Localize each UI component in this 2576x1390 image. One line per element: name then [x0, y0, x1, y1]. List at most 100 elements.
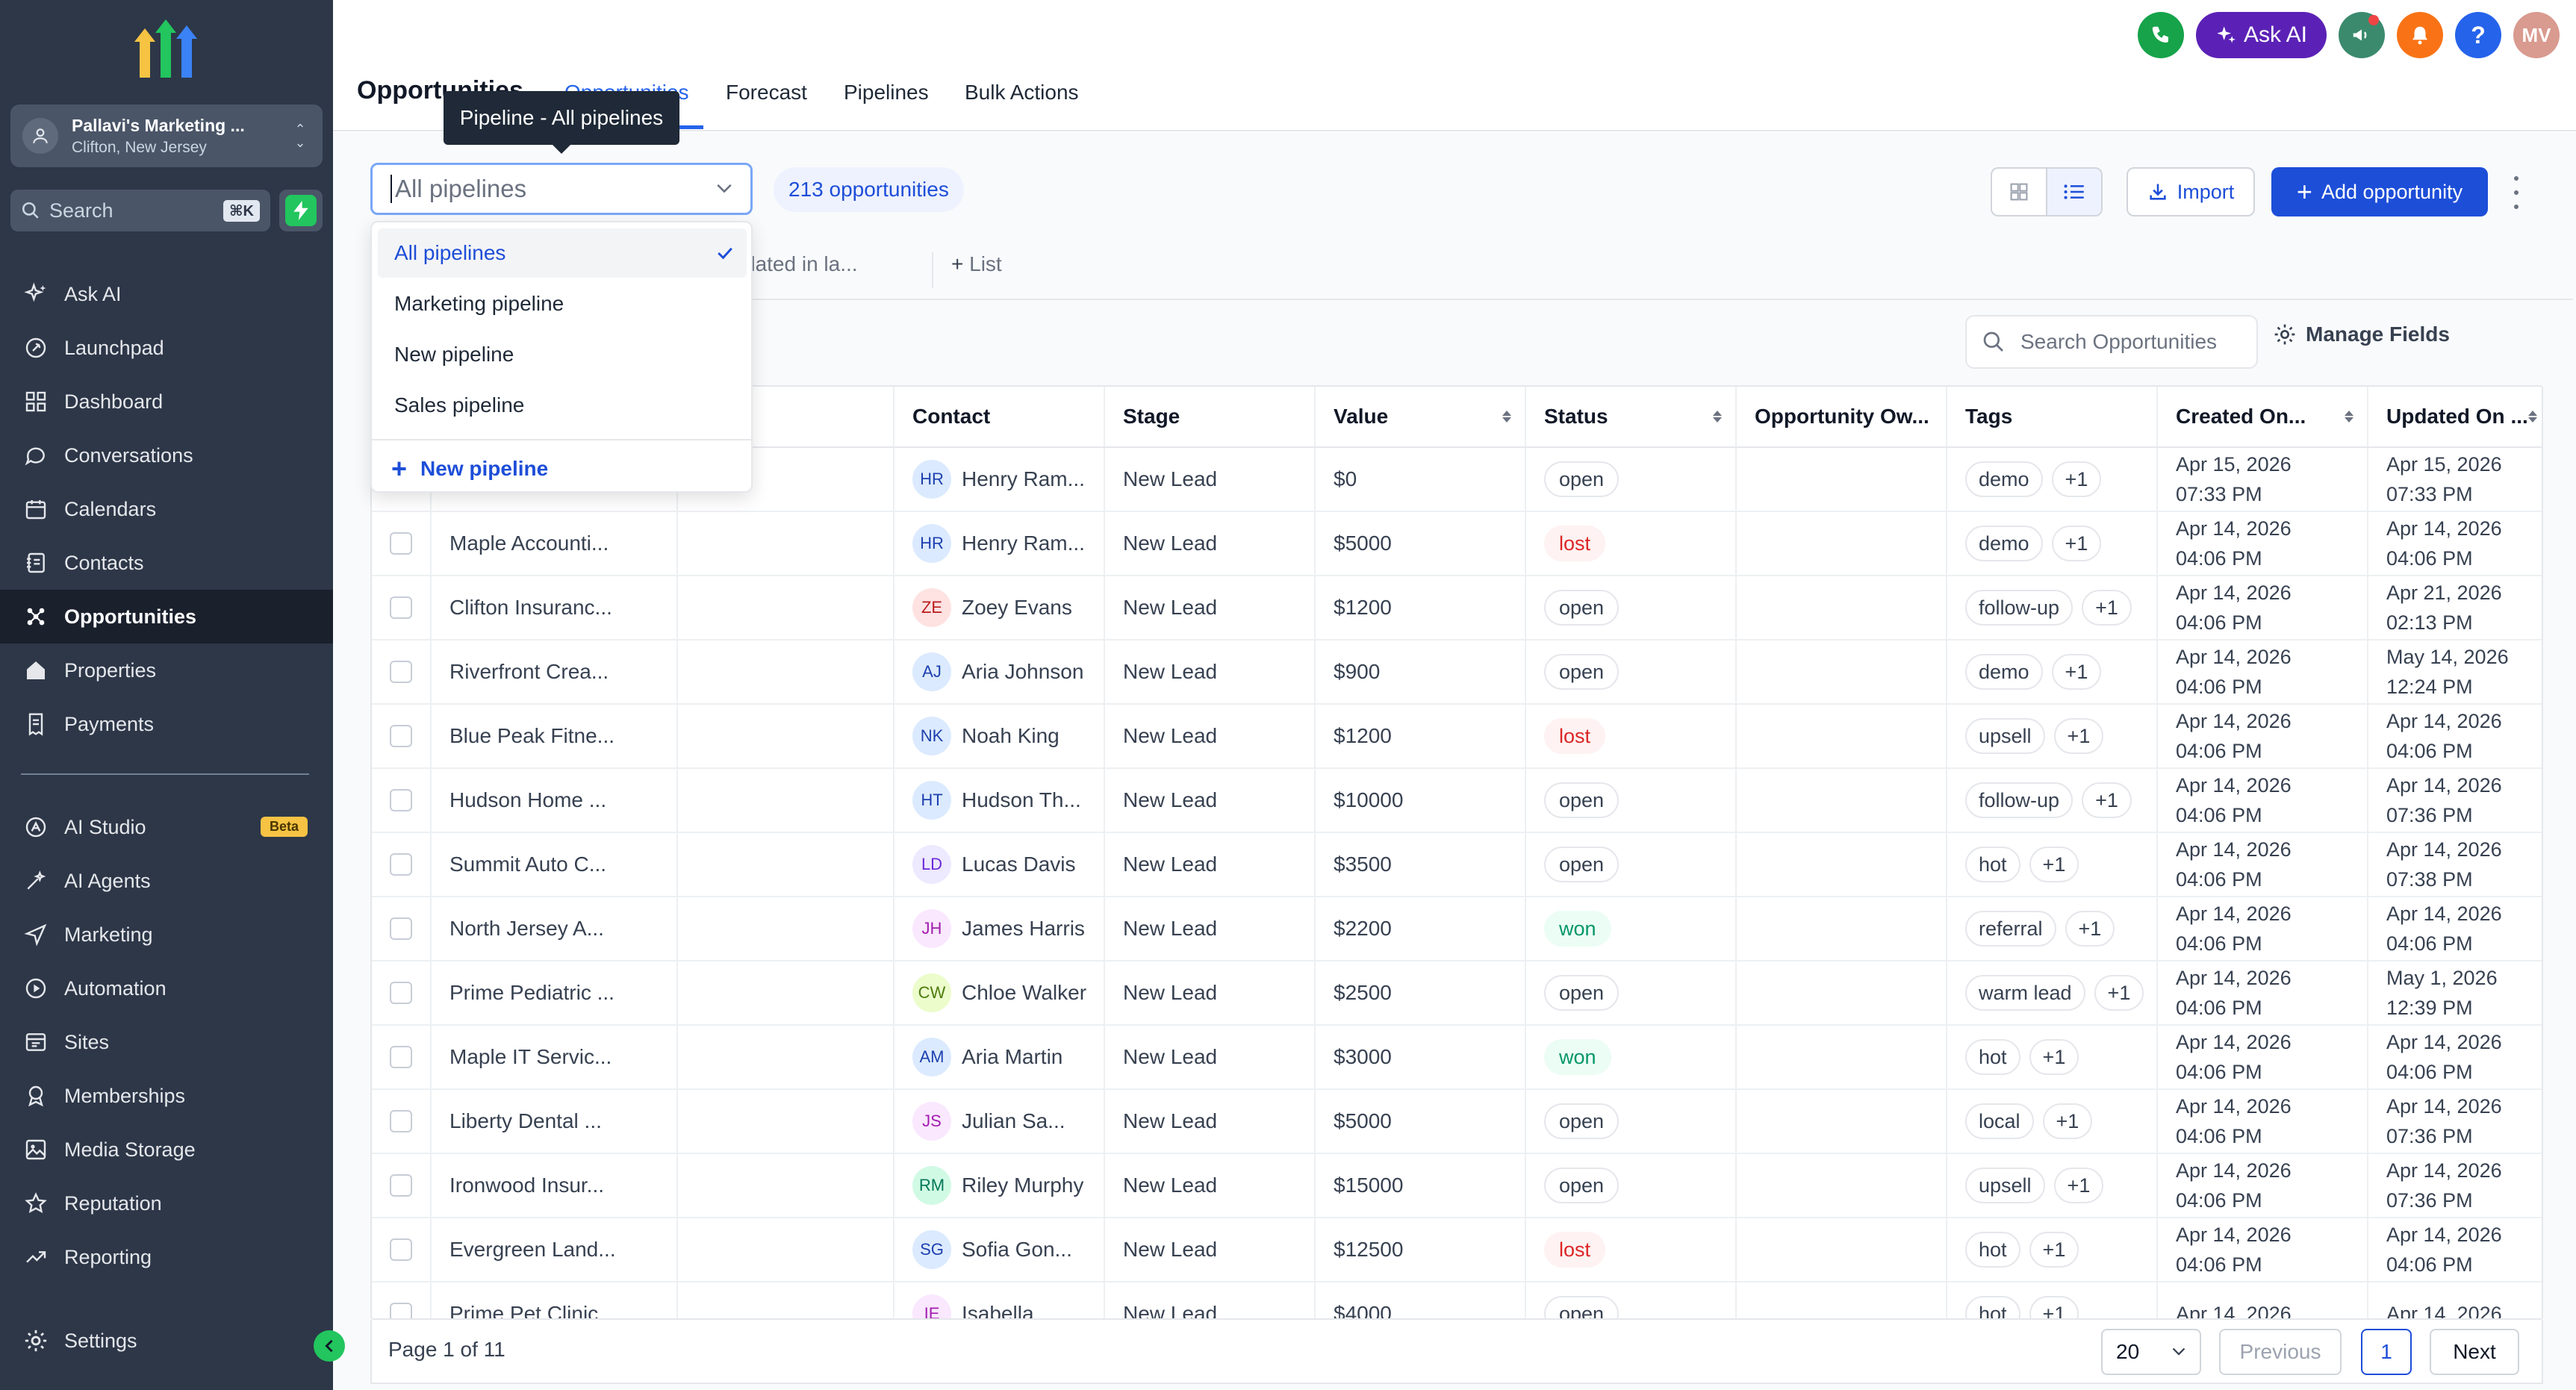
new-pipeline-button[interactable]: + New pipeline — [391, 446, 548, 491]
contact-cell[interactable]: HT Hudson Th... — [895, 769, 1105, 832]
opportunity-name[interactable]: Prime Pediatric ... — [432, 962, 678, 1024]
sidebar-item-memberships[interactable]: Memberships — [0, 1069, 333, 1123]
more-tags-badge[interactable]: +1 — [2051, 526, 2102, 561]
opportunity-name[interactable]: Prime Pet Clinic... — [432, 1283, 678, 1318]
ask-ai-button[interactable]: Ask AI — [2195, 12, 2327, 58]
opportunity-name[interactable]: Liberty Dental ... — [432, 1090, 678, 1153]
contact-cell[interactable]: JS Julian Sa... — [895, 1090, 1105, 1153]
column-header[interactable]: Created On... — [2158, 387, 2368, 446]
manage-fields-button[interactable]: Manage Fields — [2273, 322, 2450, 346]
table-row[interactable]: Summit Auto C... LD Lucas Davis New Lead $35… — [372, 833, 2542, 897]
opportunity-name[interactable]: Maple IT Servic... — [432, 1026, 678, 1088]
sidebar-item-reporting[interactable]: Reporting — [0, 1230, 333, 1284]
more-tags-badge[interactable]: +1 — [2065, 911, 2115, 947]
more-tags-badge[interactable]: +1 — [2053, 718, 2104, 754]
tab-pipelines[interactable]: Pipelines — [844, 81, 929, 105]
more-tags-badge[interactable]: +1 — [2082, 782, 2132, 818]
table-row[interactable]: Liberty Dental ... JS Julian Sa... New Lead… — [372, 1090, 2542, 1154]
sidebar-item-dashboard[interactable]: Dashboard — [0, 375, 333, 428]
row-checkbox[interactable] — [390, 725, 412, 747]
table-row[interactable]: Riverfront Crea... AJ Aria Johnson New Lead… — [372, 641, 2542, 705]
contact-cell[interactable]: JH James Harris — [895, 897, 1105, 960]
table-row[interactable]: Maple Accounti... HR Henry Ram... New Lead $… — [372, 512, 2542, 576]
more-tags-badge[interactable]: +1 — [2051, 461, 2102, 497]
contact-cell[interactable]: AJ Aria Johnson — [895, 641, 1105, 703]
sidebar-item-conversations[interactable]: Conversations — [0, 428, 333, 482]
table-row[interactable]: Maple IT Servic... AM Aria Martin New Lead $… — [372, 1026, 2542, 1090]
column-header[interactable]: Opportunity Ow... — [1737, 387, 1947, 446]
row-checkbox[interactable] — [390, 1303, 412, 1318]
list-view-button[interactable] — [2046, 169, 2101, 215]
contact-cell[interactable]: RM Riley Murphy — [895, 1154, 1105, 1217]
sidebar-item-automation[interactable]: Automation — [0, 962, 333, 1015]
more-tags-badge[interactable]: +1 — [2053, 1168, 2104, 1203]
more-tags-badge[interactable]: +1 — [2029, 847, 2079, 882]
row-checkbox[interactable] — [390, 532, 412, 555]
row-checkbox[interactable] — [390, 1110, 412, 1132]
sort-icon[interactable] — [2345, 411, 2353, 423]
contact-cell[interactable]: ZE Zoey Evans — [895, 576, 1105, 639]
pipeline-option-new[interactable]: New pipeline — [378, 330, 747, 379]
opportunity-name[interactable]: Evergreen Land... — [432, 1218, 678, 1281]
table-row[interactable]: Blue Peak Fitne... NK Noah King New Lead $12… — [372, 705, 2542, 769]
column-header[interactable]: Stage — [1105, 387, 1316, 446]
more-tags-badge[interactable]: +1 — [2094, 975, 2144, 1011]
sort-icon[interactable] — [1502, 411, 1511, 423]
list-tab-updated-recently[interactable]: dated in la... — [744, 252, 858, 276]
account-switcher[interactable]: Pallavi's Marketing ... Clifton, New Jer… — [10, 105, 323, 167]
opportunity-name[interactable]: North Jersey A... — [432, 897, 678, 960]
more-tags-badge[interactable]: +1 — [2029, 1232, 2079, 1268]
more-tags-badge[interactable]: +1 — [2029, 1039, 2079, 1075]
more-tags-badge[interactable]: +1 — [2042, 1103, 2093, 1139]
add-list-button[interactable]: + List — [951, 252, 1002, 276]
next-page-button[interactable]: Next — [2430, 1329, 2519, 1375]
sidebar-item-sites[interactable]: Sites — [0, 1015, 333, 1069]
row-checkbox[interactable] — [390, 853, 412, 876]
search-opportunities-input[interactable]: Search Opportunities — [1965, 315, 2258, 369]
sidebar-item-ai-studio[interactable]: AI Studio Beta — [0, 800, 333, 854]
contact-cell[interactable]: LD Lucas Davis — [895, 833, 1105, 896]
column-header[interactable]: Status — [1526, 387, 1737, 446]
column-header[interactable]: Contact — [895, 387, 1105, 446]
table-row[interactable]: Hudson Home ... HT Hudson Th... New Lead $10… — [372, 769, 2542, 833]
quick-actions-button[interactable] — [279, 190, 323, 231]
help-button[interactable]: ? — [2455, 12, 2501, 58]
row-checkbox[interactable] — [390, 917, 412, 940]
opportunity-name[interactable]: Summit Auto C... — [432, 833, 678, 896]
sidebar-item-reputation[interactable]: Reputation — [0, 1176, 333, 1230]
sidebar-search[interactable]: Search ⌘K — [10, 190, 270, 231]
sidebar-item-properties[interactable]: Properties — [0, 643, 333, 697]
contact-cell[interactable]: HR Henry Ram... — [895, 512, 1105, 575]
row-checkbox[interactable] — [390, 1174, 412, 1197]
opportunity-name[interactable]: Hudson Home ... — [432, 769, 678, 832]
table-row[interactable]: Evergreen Land... SG Sofia Gon... New Lead $… — [372, 1218, 2542, 1283]
sidebar-item-opportunities[interactable]: Opportunities — [0, 590, 333, 643]
sidebar-item-launchpad[interactable]: Launchpad — [0, 321, 333, 375]
sort-icon[interactable] — [2527, 411, 2537, 423]
board-view-button[interactable] — [1992, 169, 2046, 215]
more-tags-badge[interactable]: +1 — [2051, 654, 2102, 690]
opportunity-name[interactable]: Riverfront Crea... — [432, 641, 678, 703]
sidebar-item-calendars[interactable]: Calendars — [0, 482, 333, 536]
table-row[interactable]: Ironwood Insur... RM Riley Murphy New Lead $… — [372, 1154, 2542, 1218]
pipeline-option-marketing[interactable]: Marketing pipeline — [378, 279, 747, 328]
row-checkbox[interactable] — [390, 1046, 412, 1068]
sidebar-item-payments[interactable]: Payments — [0, 697, 333, 751]
row-checkbox[interactable] — [390, 596, 412, 619]
contact-cell[interactable]: NK Noah King — [895, 705, 1105, 767]
sidebar-item-marketing[interactable]: Marketing — [0, 908, 333, 962]
row-checkbox[interactable] — [390, 982, 412, 1004]
table-row[interactable]: Prime Pet Clinic... IE Isabella... New Lead… — [372, 1283, 2542, 1318]
contact-cell[interactable]: HR Henry Ram... — [895, 448, 1105, 511]
table-row[interactable]: North Jersey A... JH James Harris New Lead $… — [372, 897, 2542, 962]
per-page-select[interactable]: 20 — [2101, 1329, 2201, 1375]
contact-cell[interactable]: CW Chloe Walker — [895, 962, 1105, 1024]
previous-page-button[interactable]: Previous — [2219, 1329, 2342, 1375]
add-opportunity-button[interactable]: + Add opportunity — [2271, 167, 2488, 216]
announcements-button[interactable] — [2339, 12, 2385, 58]
sidebar-item-contacts[interactable]: Contacts — [0, 536, 333, 590]
opportunity-name[interactable]: Blue Peak Fitne... — [432, 705, 678, 767]
notifications-button[interactable] — [2397, 12, 2443, 58]
contact-cell[interactable]: IE Isabella... — [895, 1283, 1105, 1318]
table-row[interactable]: Prime Pediatric ... CW Chloe Walker New Lea… — [372, 962, 2542, 1026]
